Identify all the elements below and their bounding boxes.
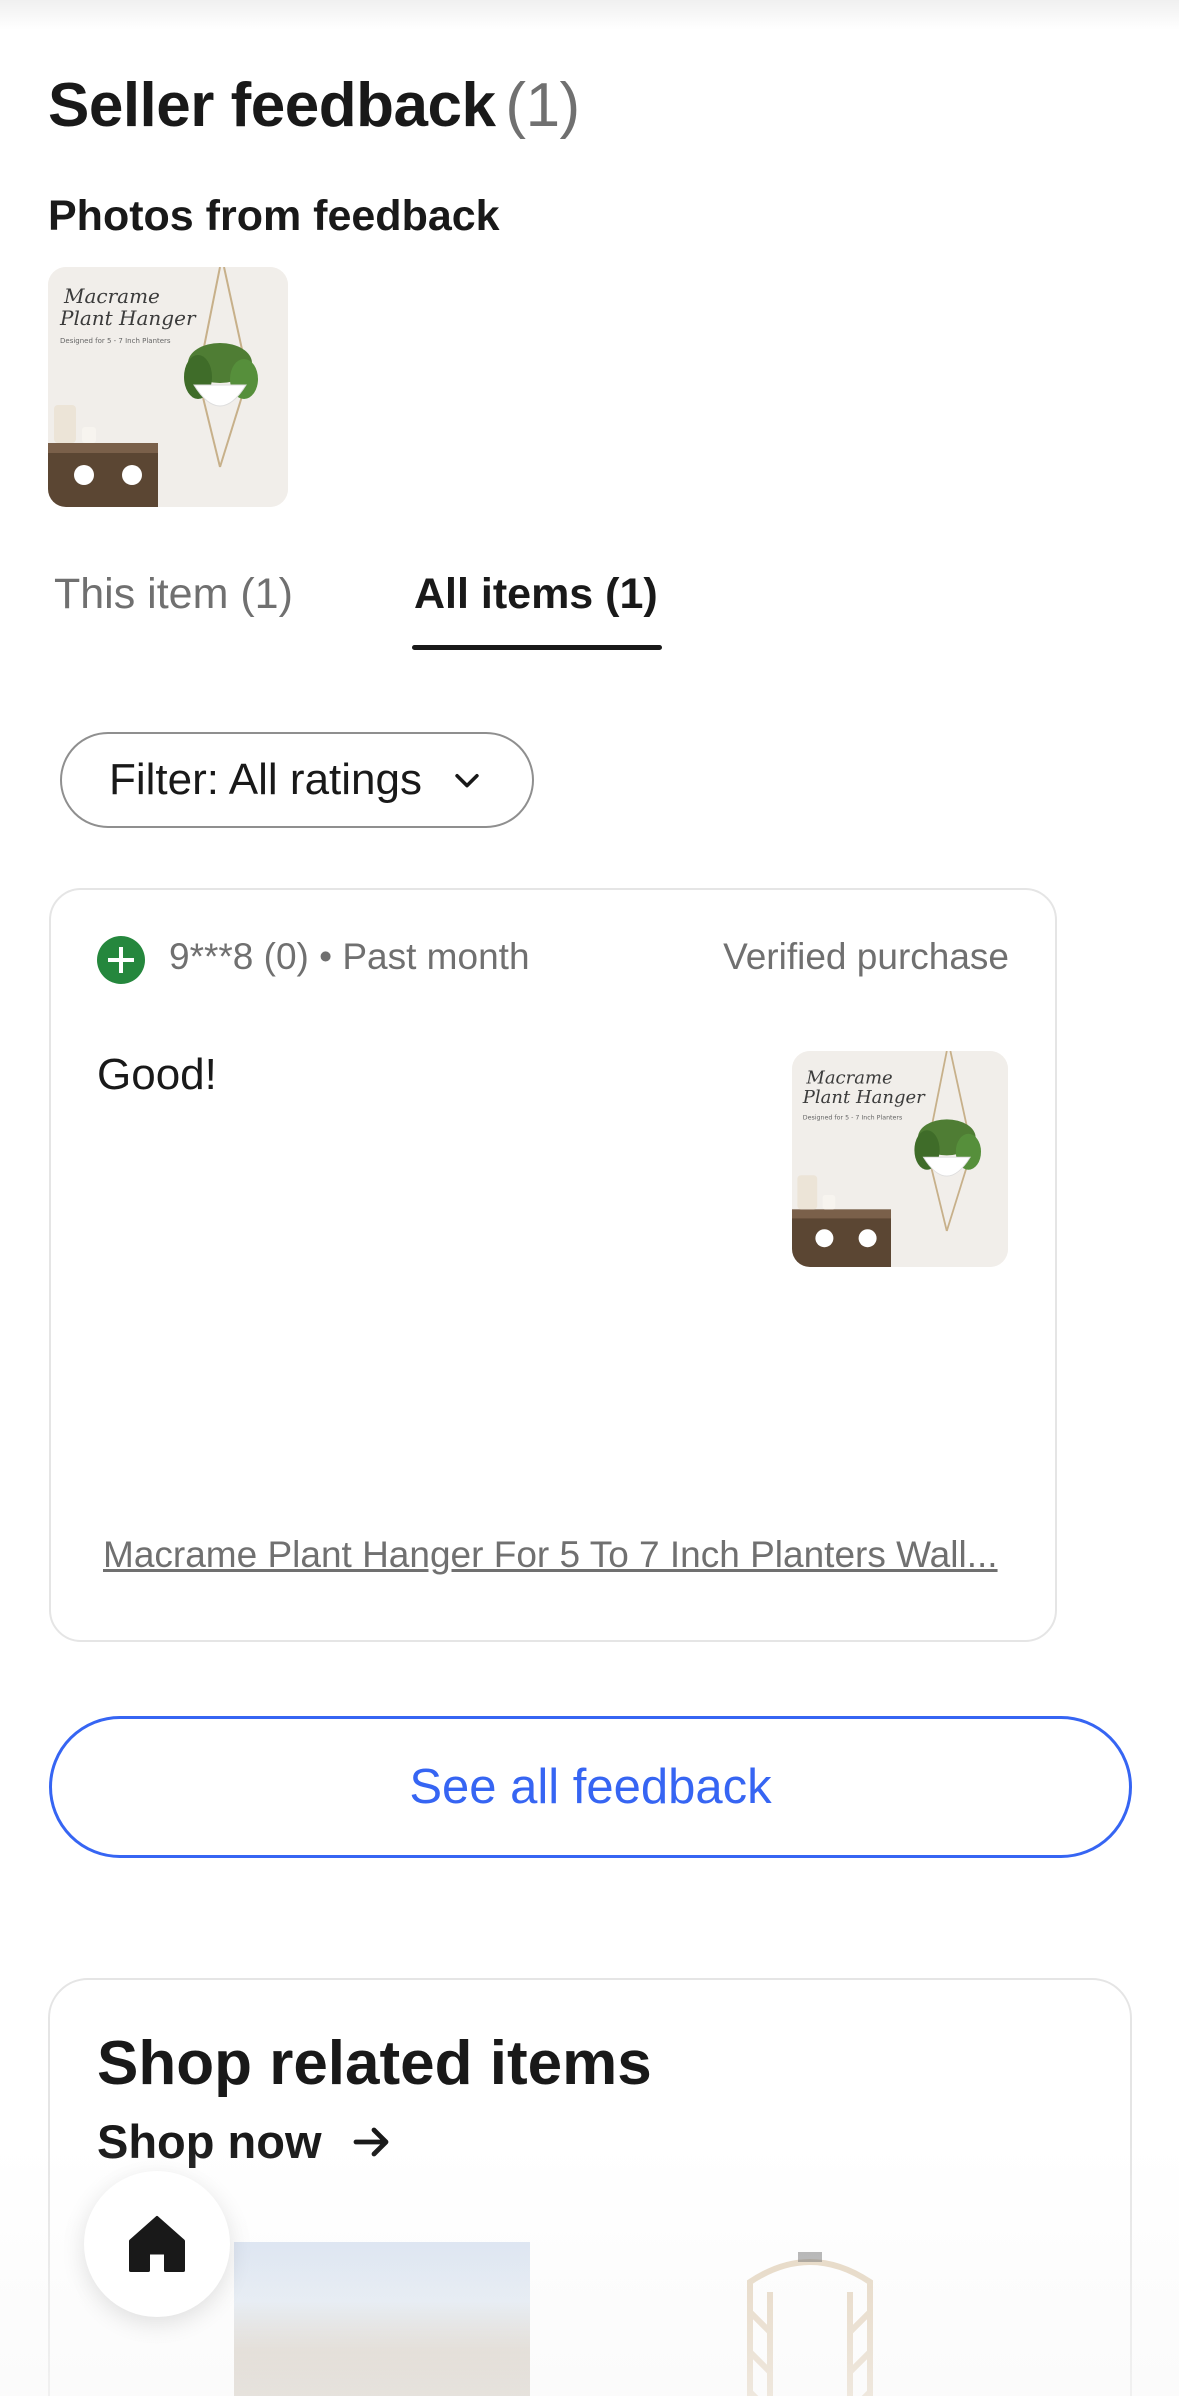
- section-title: Seller feedback (1): [48, 70, 580, 141]
- see-all-feedback-label: See all feedback: [409, 1760, 772, 1814]
- verified-purchase-label: Verified purchase: [723, 936, 1009, 977]
- image-text-line-2: Plant Hanger: [59, 306, 197, 330]
- reviewed-item-link[interactable]: Macrame Plant Hanger For 5 To 7 Inch Pla…: [103, 1534, 1009, 1576]
- feedback-tabs: This item (1) All items (1): [0, 570, 1179, 650]
- shop-now-label: Shop now: [97, 2115, 322, 2168]
- reviewer-info: 9***8 (0) • Past month: [169, 936, 530, 977]
- image-text-line-3: Designed for 5 - 7 Inch Planters: [60, 337, 171, 345]
- home-button[interactable]: [84, 2171, 230, 2317]
- review-photo-thumbnail[interactable]: Macrame Plant Hanger Designed for 5 - 7 …: [792, 1051, 1008, 1267]
- section-title-text: Seller feedback: [48, 71, 496, 140]
- related-item-image-garden-arch[interactable]: [234, 2242, 530, 2396]
- plant-hanger-image: Macrame Plant Hanger Designed for 5 - 7 …: [48, 267, 288, 507]
- section-title-count: (1): [505, 71, 580, 140]
- image-text-line-1: Macrame: [805, 1067, 892, 1088]
- see-all-feedback-button[interactable]: See all feedback: [49, 1716, 1132, 1858]
- image-text-line-1: Macrame: [63, 284, 160, 308]
- image-text-line-3: Designed for 5 - 7 Inch Planters: [803, 1114, 902, 1121]
- filter-label: Filter: All ratings: [109, 755, 422, 804]
- shop-now-link[interactable]: Shop now: [97, 2114, 396, 2169]
- home-icon: [129, 2216, 185, 2272]
- shop-related-items-card: Shop related items Shop now: [48, 1978, 1132, 2396]
- chevron-down-icon: [455, 773, 479, 788]
- filter-ratings-button[interactable]: Filter: All ratings: [60, 732, 534, 828]
- photos-label: Photos from feedback: [48, 192, 500, 240]
- tab-all-items[interactable]: All items (1): [412, 570, 662, 650]
- arrow-right-icon: [353, 2127, 388, 2156]
- related-title: Shop related items: [97, 2029, 652, 2098]
- review-text: Good!: [97, 1050, 217, 1099]
- tab-this-item[interactable]: This item (1): [54, 570, 293, 650]
- positive-rating-icon: [97, 936, 145, 984]
- related-item-image-wooden-arbor[interactable]: [710, 2242, 910, 2396]
- top-fade: [0, 0, 1179, 30]
- plant-hanger-image: Macrame Plant Hanger Designed for 5 - 7 …: [792, 1051, 1008, 1267]
- image-text-line-2: Plant Hanger: [802, 1087, 926, 1108]
- feedback-photo-thumbnail[interactable]: Macrame Plant Hanger Designed for 5 - 7 …: [48, 267, 288, 507]
